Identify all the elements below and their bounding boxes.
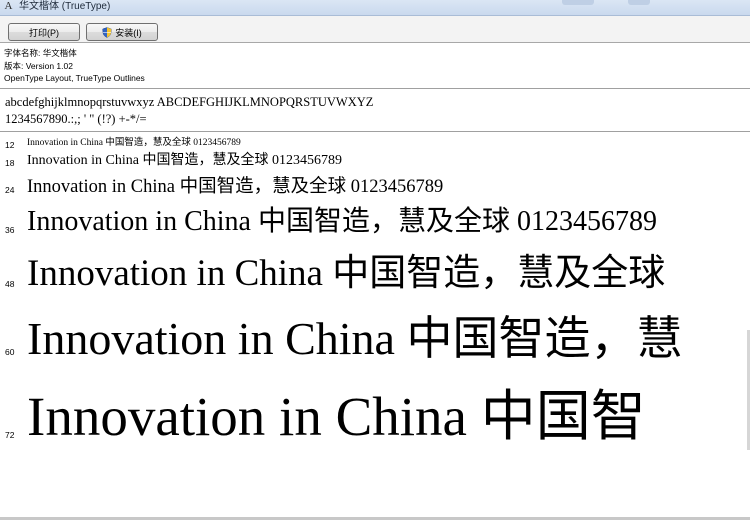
- sample-size-label: 18: [5, 158, 15, 168]
- sample-size-label: 60: [5, 347, 15, 357]
- shield-icon: [102, 26, 112, 38]
- title-bar-blurred-control: [628, 0, 650, 5]
- font-info: 字体名称: 华文楷体 版本: Version 1.02 OpenType Lay…: [4, 47, 145, 85]
- sample-size-label: 36: [5, 225, 15, 235]
- title-bar[interactable]: A 华文楷体 (TrueType): [0, 0, 750, 16]
- print-button[interactable]: 打印(P): [8, 23, 80, 41]
- font-preview-window: A 华文楷体 (TrueType) 打印(P) 安装(I) 字体名称: 华文楷体…: [0, 0, 750, 520]
- font-name-line: 字体名称: 华文楷体: [4, 48, 77, 58]
- character-set-digits: 1234567890.:,; ' " (!?) +-*/=: [5, 112, 147, 126]
- print-button-label: 打印(P): [29, 27, 59, 38]
- sample-text: Innovation in China 中国智: [27, 386, 646, 447]
- sample-text: Innovation in China 中国智造，慧及全球 0123456789: [27, 138, 241, 148]
- title-bar-blurred-control: [562, 0, 594, 5]
- sample-size-label: 72: [5, 430, 15, 440]
- divider: [0, 131, 750, 132]
- sample-size-label: 48: [5, 279, 15, 289]
- font-outlines-line: OpenType Layout, TrueType Outlines: [4, 73, 145, 83]
- sample-text: Innovation in China 中国智造，慧及全球 0123456789: [27, 206, 657, 237]
- divider: [0, 88, 750, 89]
- window-title: 华文楷体 (TrueType): [19, 1, 111, 12]
- sample-text: Innovation in China 中国智造，慧: [27, 313, 683, 364]
- character-set-letters: abcdefghijklmnopqrstuvwxyz ABCDEFGHIJKLM…: [5, 95, 374, 109]
- sample-text: Innovation in China 中国智造，慧及全球 0123456789: [27, 177, 444, 197]
- font-version-line: 版本: Version 1.02: [4, 60, 73, 71]
- sample-size-label: 24: [5, 185, 15, 195]
- sample-size-label: 12: [5, 140, 15, 150]
- toolbar: 打印(P) 安装(I): [0, 16, 750, 43]
- install-button[interactable]: 安装(I): [86, 23, 158, 41]
- sample-text: Innovation in China 中国智造，慧及全球 0123456789: [27, 153, 342, 168]
- install-button-label: 安装(I): [115, 27, 142, 38]
- sample-text: Innovation in China 中国智造，慧及全球: [27, 253, 666, 294]
- font-file-icon: A: [4, 0, 13, 12]
